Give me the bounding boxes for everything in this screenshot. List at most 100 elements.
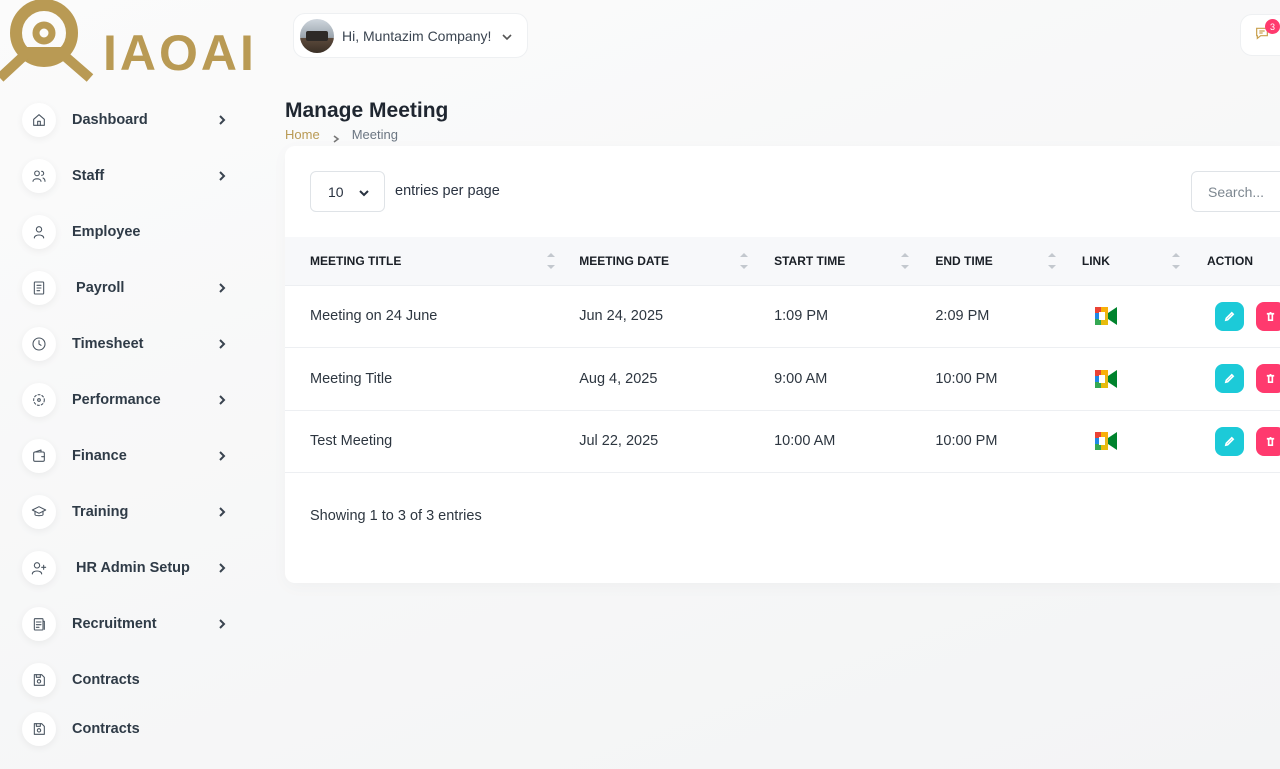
messages-badge: 3: [1265, 19, 1280, 34]
table-header-row: Meeting Title Meeting Date Start Time En…: [285, 237, 1280, 285]
breadcrumb: Home Meeting: [285, 127, 398, 143]
messages-button[interactable]: 3: [1240, 14, 1280, 56]
sidebar-item-payroll[interactable]: Payroll: [0, 260, 260, 316]
sidebar-item-label: Contracts: [72, 672, 140, 688]
column-header-label: Meeting Title: [310, 253, 402, 268]
delete-button[interactable]: [1256, 301, 1280, 331]
link-cell: [1082, 285, 1207, 347]
page-title: Manage Meeting: [285, 99, 449, 122]
sort-icon: [1171, 253, 1180, 269]
edit-button[interactable]: [1215, 364, 1244, 393]
search-input[interactable]: [1191, 171, 1280, 212]
sidebar-item-timesheet[interactable]: Timesheet: [0, 316, 260, 372]
sidebar-item-staff[interactable]: Staff: [0, 148, 260, 204]
graduation-cap-icon: [22, 495, 56, 529]
chevron-right-icon: [332, 131, 340, 143]
chevron-right-icon: [216, 450, 228, 462]
pencil-icon: [1224, 373, 1235, 384]
device-floppy-icon: [22, 712, 56, 746]
action-cell: [1207, 285, 1280, 347]
delete-button[interactable]: [1256, 364, 1280, 393]
clipboard-icon: [22, 607, 56, 641]
user-greeting: Hi, Muntazim Company!: [342, 27, 492, 44]
meeting-title-cell: Test Meeting: [310, 433, 393, 449]
sidebar-item-label: Recruitment: [72, 616, 157, 632]
logo-mark-icon: [0, 0, 94, 82]
chevron-right-icon: [216, 170, 228, 182]
chevron-right-icon: [216, 562, 228, 574]
column-header-meeting-date[interactable]: Meeting Date: [579, 237, 774, 285]
sidebar-item-performance[interactable]: Performance: [0, 372, 260, 428]
end-time-cell: 2:09 PM: [935, 308, 990, 324]
column-header-action: Action: [1207, 237, 1280, 285]
sidebar-item-contracts-2[interactable]: Contracts: [0, 701, 260, 757]
user-menu[interactable]: Hi, Muntazim Company!: [293, 13, 528, 58]
start-time-cell: 9:00 AM: [774, 370, 828, 387]
entries-per-page-select[interactable]: 10: [310, 171, 385, 212]
column-header-start-time[interactable]: Start Time: [774, 237, 935, 285]
sidebar: Dashboard Staff Employee Payroll Timeshe…: [0, 92, 260, 757]
start-time-cell: 10:00 AM: [774, 433, 836, 449]
chevron-right-icon: [216, 338, 228, 350]
chevron-right-icon: [216, 394, 228, 406]
sidebar-item-label: Staff: [72, 168, 105, 184]
avatar: [300, 18, 334, 53]
table-row: Test Meeting Jul 22, 2025 10:00 AM 10:00…: [285, 410, 1280, 472]
sidebar-item-label: HR Admin Setup: [72, 560, 190, 576]
edit-button[interactable]: [1215, 301, 1244, 331]
column-header-meeting-title[interactable]: Meeting Title: [285, 237, 579, 285]
google-meet-icon[interactable]: [1091, 304, 1121, 328]
user-icon: [22, 215, 56, 249]
brand-logo[interactable]: IAOAI: [0, 0, 265, 82]
sort-icon: [740, 253, 749, 269]
sidebar-item-employee[interactable]: Employee: [0, 204, 260, 260]
start-time-cell: 1:09 PM: [774, 308, 829, 324]
column-header-link[interactable]: Link: [1082, 237, 1207, 285]
sidebar-item-label: Timesheet: [72, 336, 144, 352]
meeting-title-cell: Meeting on 24 June: [310, 308, 438, 324]
chevron-down-icon: [501, 30, 513, 42]
sidebar-item-label: Payroll: [72, 280, 125, 296]
edit-button[interactable]: [1215, 426, 1244, 456]
breadcrumb-current: Meeting: [351, 127, 398, 142]
sidebar-item-training[interactable]: Training: [0, 484, 260, 540]
entries-per-page-value: 10: [328, 183, 344, 200]
sidebar-item-label: Contracts: [72, 721, 140, 737]
column-header-end-time[interactable]: End Time: [935, 237, 1082, 285]
user-plus-icon: [22, 551, 56, 585]
sidebar-item-dashboard[interactable]: Dashboard: [0, 92, 260, 148]
end-time-cell: 10:00 PM: [935, 370, 998, 387]
sidebar-item-label: Training: [72, 504, 129, 520]
sidebar-item-label: Performance: [72, 392, 161, 408]
target-icon: [22, 383, 56, 417]
pencil-icon: [1224, 436, 1235, 446]
breadcrumb-home-link[interactable]: Home: [285, 127, 320, 142]
sidebar-item-finance[interactable]: Finance: [0, 428, 260, 484]
google-meet-icon[interactable]: [1091, 429, 1121, 453]
sort-icon: [1048, 253, 1057, 269]
logo-text: IAOAI: [103, 25, 257, 81]
action-cell: [1207, 410, 1280, 472]
column-header-label: Start Time: [774, 253, 846, 268]
column-header-label: Action: [1207, 253, 1253, 268]
meetings-card: 10 entries per page Meeting Title Meetin…: [285, 146, 1280, 583]
sidebar-item-label: Dashboard: [72, 112, 148, 128]
meeting-date-cell: Aug 4, 2025: [579, 370, 658, 387]
pencil-icon: [1224, 311, 1235, 321]
sidebar-item-recruitment[interactable]: Recruitment: [0, 596, 260, 652]
meeting-date-cell: Jun 24, 2025: [579, 308, 664, 324]
trash-icon: [1266, 436, 1275, 446]
home-icon: [22, 103, 56, 137]
sort-icon: [901, 253, 910, 269]
link-cell: [1082, 347, 1207, 410]
action-cell: [1207, 347, 1280, 410]
chevron-right-icon: [216, 282, 228, 294]
sidebar-item-hr-admin-setup[interactable]: HR Admin Setup: [0, 540, 260, 596]
end-time-cell: 10:00 PM: [935, 433, 998, 449]
meetings-table: Meeting Title Meeting Date Start Time En…: [285, 237, 1280, 473]
google-meet-icon[interactable]: [1091, 367, 1121, 391]
sidebar-item-contracts[interactable]: Contracts: [0, 652, 260, 708]
chevron-right-icon: [216, 618, 228, 630]
delete-button[interactable]: [1256, 426, 1280, 456]
entries-per-page-label: entries per page: [395, 183, 500, 199]
